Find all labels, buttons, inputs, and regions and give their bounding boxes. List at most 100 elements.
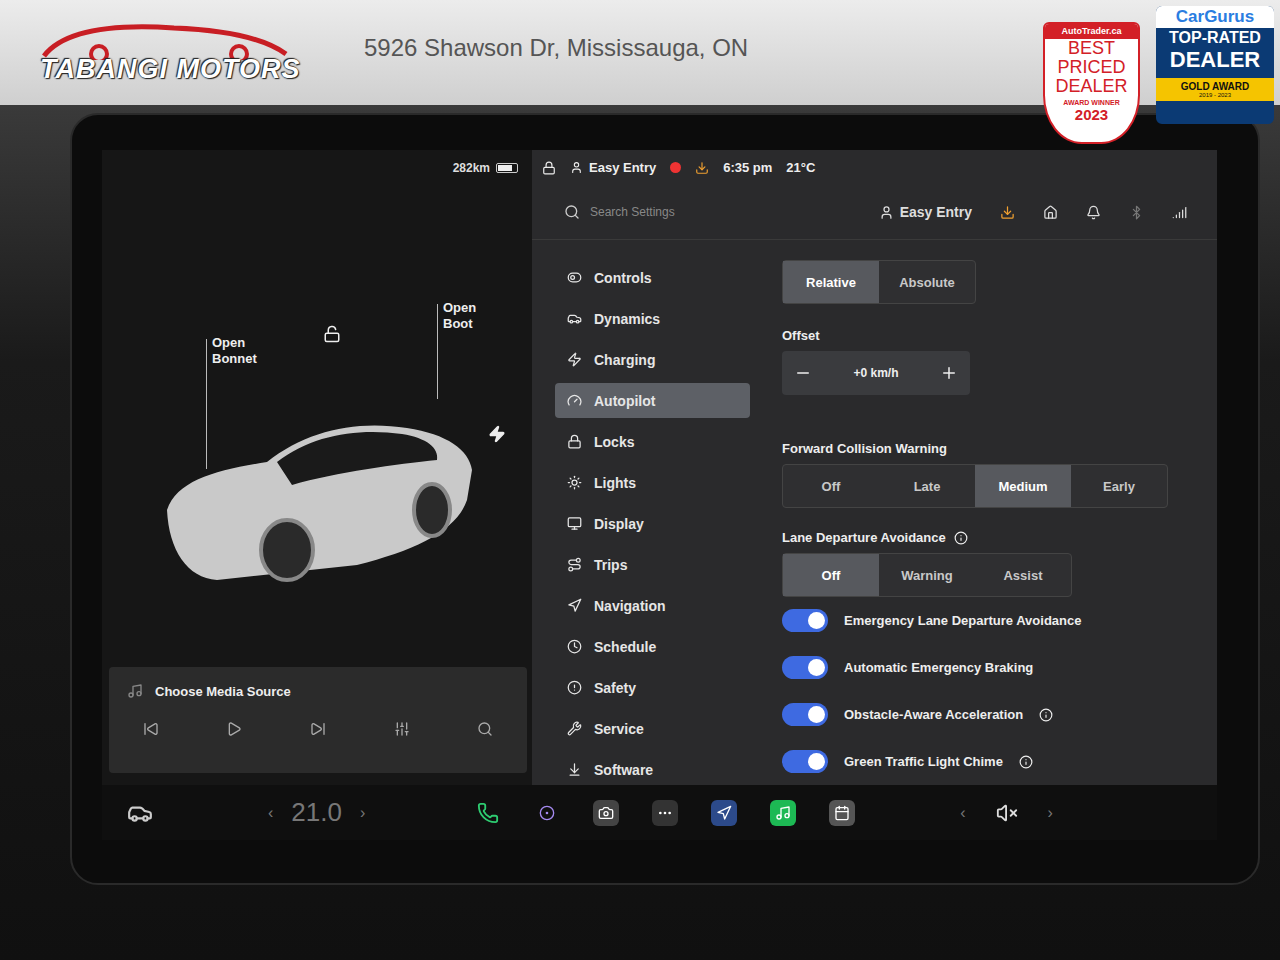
more-icon[interactable] [652,800,678,826]
badge-brand: CarGurus [1156,6,1274,28]
search-icon [564,204,580,220]
toggle-row: Green Traffic Light Chime [782,738,1182,785]
volume-up-button[interactable]: › [1048,804,1053,822]
app-launcher [475,800,855,826]
info-icon[interactable] [1019,755,1033,769]
menu-item[interactable]: Controls [555,260,750,295]
segment-option[interactable]: Off [783,465,879,507]
dealer-address: 5926 Shawson Dr, Mississauga, ON [364,34,748,62]
open-bonnet-button[interactable]: OpenBonnet [212,335,257,367]
play-icon[interactable] [226,721,242,737]
info-icon[interactable] [1039,708,1053,722]
menu-item-icon [567,270,582,285]
page: TABANGI MOTORS 5926 Shawson Dr, Mississau… [0,0,1280,960]
info-icon[interactable] [954,531,968,545]
temp-down-button[interactable]: ‹ [268,804,273,822]
menu-item[interactable]: Dynamics [555,301,750,336]
signal-icon [1172,205,1187,220]
download-icon [695,161,709,175]
menu-item-icon [567,598,582,613]
range-status: 282km [102,150,532,185]
dashcam-icon[interactable] [593,800,619,826]
menu-item[interactable]: Schedule [555,629,750,664]
logo-text: TABANGI MOTORS [40,54,301,85]
home-icon[interactable] [1043,205,1058,220]
unlock-icon[interactable] [323,325,341,347]
settings-panel: Easy Entry6:35 pm21°CSearch SettingsEasy… [532,150,1217,785]
autotrader-badge: AutoTrader.caBESTPRICEDDEALERAWARD WINNE… [1043,22,1140,144]
search-icon[interactable] [477,721,493,737]
next-icon[interactable] [310,721,326,737]
menu-item-icon [567,721,582,736]
menu-item-icon [567,475,582,490]
segment-option[interactable]: Off [783,554,879,596]
menu-item[interactable]: Charging [555,342,750,377]
scene: 282km OpenBonnet OpenBoot Choose Media Sour… [0,105,1280,960]
segment-option[interactable]: Early [1071,465,1167,507]
climate-control: ‹21.0› [268,797,365,828]
offset-stepper: +0 km/h [782,351,970,395]
segment-option[interactable]: Late [879,465,975,507]
dealer-logo: TABANGI MOTORS [24,20,304,85]
calendar-icon[interactable] [829,800,855,826]
mute-icon[interactable] [996,802,1018,824]
charge-port-icon[interactable] [488,425,506,447]
toggle-switch[interactable] [782,750,828,773]
menu-item[interactable]: Service [555,711,750,746]
profile-status: Easy Entry [570,160,656,175]
menu-item[interactable]: Display [555,506,750,541]
clock-text: 6:35 pm [723,160,772,175]
menu-item-icon [567,352,582,367]
spotify-icon[interactable] [770,800,796,826]
menu-item[interactable]: Autopilot [555,383,750,418]
menu-item[interactable]: Trips [555,547,750,582]
minus-icon[interactable] [794,364,812,382]
menu-item-icon [567,639,582,654]
bluetooth-icon[interactable] [1129,205,1144,220]
menu-item-icon [567,393,582,408]
toggle-switch[interactable] [782,609,828,632]
download-icon[interactable] [1000,205,1015,220]
media-player: Choose Media Source [109,667,527,773]
previous-icon[interactable] [143,721,159,737]
menu-item[interactable]: Navigation [555,588,750,623]
badge-line: BEST [1068,39,1115,58]
segment-option[interactable]: Assist [975,554,1071,596]
segment-option[interactable]: Relative [783,261,879,303]
segment-option[interactable]: Medium [975,465,1071,507]
navigation-icon[interactable] [711,800,737,826]
badge-line: DEALER [1170,48,1260,72]
badge-line: PRICED [1057,58,1125,77]
temp-up-button[interactable]: › [360,804,365,822]
segment-option[interactable]: Warning [879,554,975,596]
range-text: 282km [453,161,490,175]
lock-icon [542,161,556,175]
settings-search[interactable]: Search SettingsEasy Entry [532,185,1217,240]
menu-item[interactable]: Software [555,752,750,785]
profile-button[interactable]: Easy Entry [879,204,972,220]
lda-control: OffWarningAssist [782,553,1072,597]
menu-item-icon [567,762,582,777]
phone-icon[interactable] [475,800,501,826]
segment-option[interactable]: Absolute [879,261,975,303]
equalizer-icon[interactable] [394,721,410,737]
menu-item-icon [567,516,582,531]
camera-icon[interactable] [534,800,560,826]
badge-note: AWARD WINNER [1063,99,1119,106]
menu-item[interactable]: Locks [555,424,750,459]
open-boot-button[interactable]: OpenBoot [443,300,476,332]
plus-icon[interactable] [940,364,958,382]
car-icon[interactable] [127,800,153,826]
toggle-switch[interactable] [782,703,828,726]
volume-down-button[interactable]: ‹ [960,804,965,822]
offset-label: Offset [782,328,1182,343]
toggle-label: Emergency Lane Departure Avoidance [844,613,1081,628]
toggle-switch[interactable] [782,656,828,679]
menu-item[interactable]: Lights [555,465,750,500]
menu-item[interactable]: Safety [555,670,750,705]
bell-icon[interactable] [1086,205,1101,220]
toggle-label: Obstacle-Aware Acceleration [844,707,1023,722]
media-source-button[interactable]: Choose Media Source [155,684,291,699]
toggle-label: Automatic Emergency Braking [844,660,1033,675]
fcw-label: Forward Collision Warning [782,441,1182,456]
